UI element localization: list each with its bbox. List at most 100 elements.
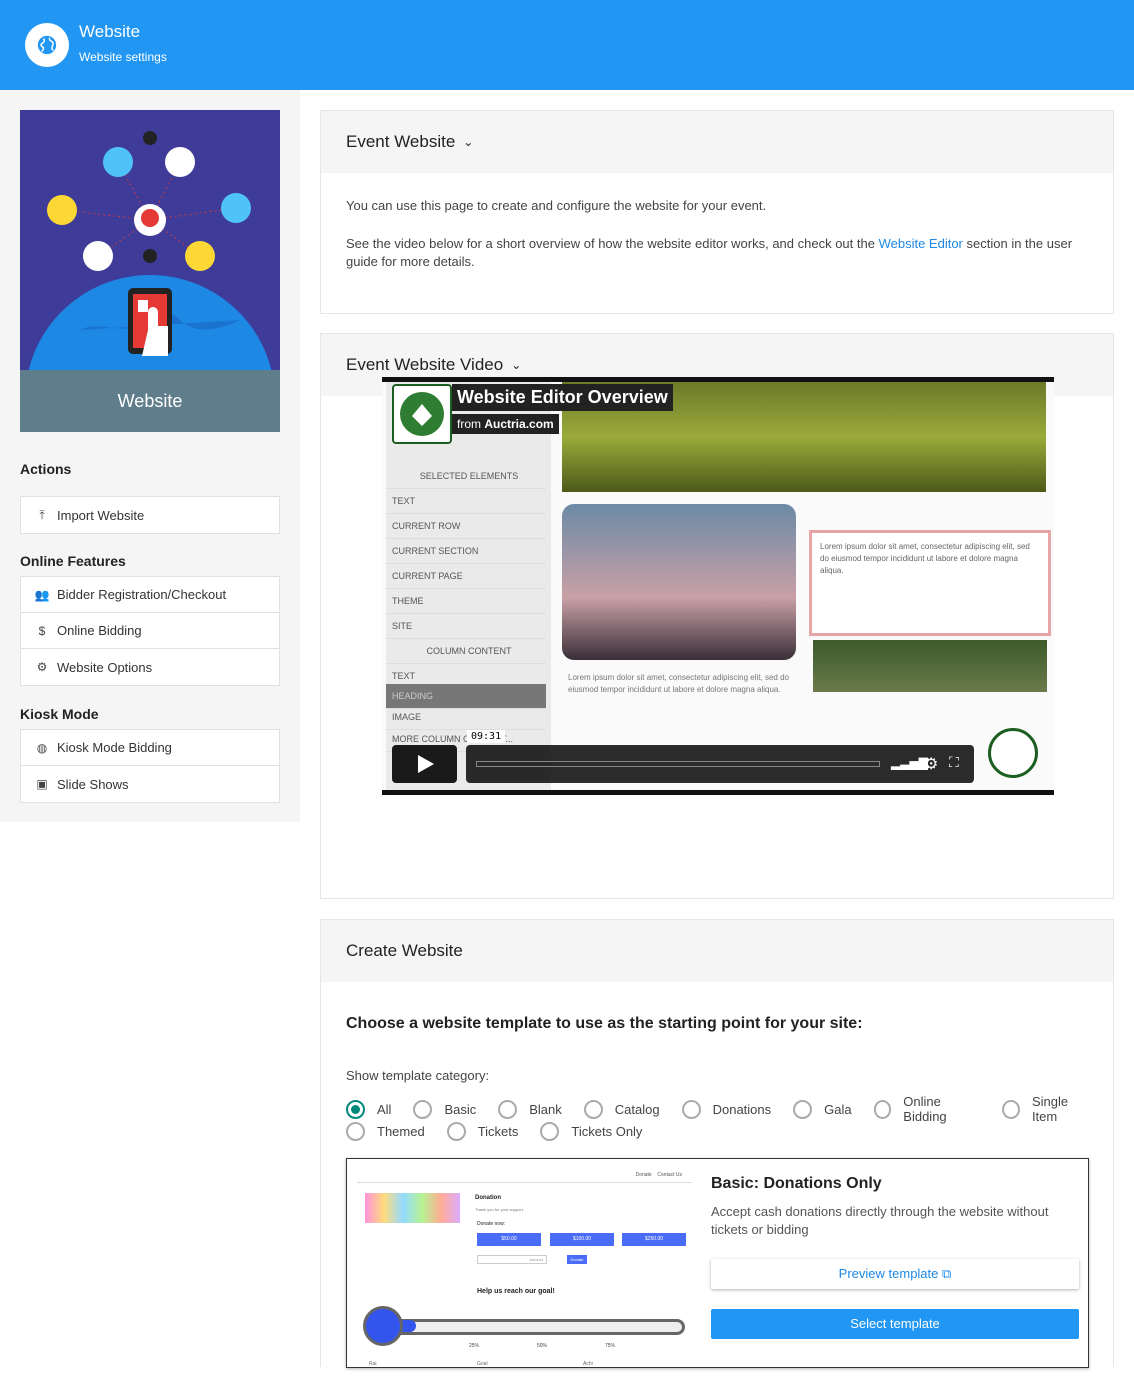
radio[interactable] (873, 1099, 892, 1119)
import-website-label: Import Website (57, 507, 145, 523)
website-options-label: Website Options (57, 659, 153, 675)
thumb-donate-now: Donate now: (477, 1221, 506, 1227)
thumb-foot: Goal (477, 1361, 488, 1367)
category-label-text: Catalog (614, 1101, 660, 1117)
auctria-logo-icon (392, 384, 452, 444)
category-label-text: Tickets Only (571, 1124, 643, 1139)
category-label-text: Blank (529, 1101, 562, 1117)
dandelion-image (562, 504, 796, 660)
chevron-down-icon: ⌄ (511, 358, 522, 372)
volume-icon[interactable]: ▂▃▅▇ (891, 756, 928, 770)
kiosk-mode-list: ◍ Kiosk Mode Bidding ▣ Slide Shows (20, 729, 280, 803)
external-link-icon: ⧉ (942, 1266, 952, 1281)
category-label-text: Donations (712, 1101, 772, 1117)
video-progress-bar[interactable]: ▂▃▅▇ ⚙ ⛶ (466, 745, 974, 783)
video-player[interactable]: SELECTED ELEMENTS TEXT CURRENT ROW CURRE… (382, 377, 1054, 795)
category-single-item[interactable]: Single Item (1002, 1094, 1091, 1124)
sidebar: Website Actions ⤒ Import Website Online … (0, 90, 300, 822)
play-button[interactable] (392, 745, 457, 783)
online-features-list: 👥 Bidder Registration/Checkout $ Online … (20, 576, 280, 686)
category-radio-row-2: Themed Tickets Tickets Only (346, 1122, 664, 1141)
event-website-body: You can use this page to create and conf… (321, 173, 1113, 295)
select-template-button[interactable]: Select template (711, 1309, 1079, 1339)
category-blank[interactable]: Blank (498, 1099, 562, 1119)
radio[interactable] (793, 1099, 813, 1119)
thumb-foot: Rai (369, 1361, 377, 1367)
online-bidding-label: Online Bidding (57, 623, 142, 638)
website-editor-link[interactable]: Website Editor (879, 236, 963, 251)
video-frame: SELECTED ELEMENTS TEXT CURRENT ROW CURRE… (382, 382, 1054, 790)
video-time: 09:31 (467, 730, 506, 743)
category-label-text: Online Bidding (903, 1094, 947, 1124)
fullscreen-icon[interactable]: ⛶ (949, 754, 959, 771)
event-website-header[interactable]: Event Website ⌄ (321, 111, 1113, 173)
category-catalog[interactable]: Catalog (583, 1099, 660, 1119)
radio[interactable] (498, 1099, 518, 1119)
lorem-text: Lorem ipsum dolor sit amet, consectetur … (568, 673, 789, 694)
thumb-thanks: Thank you for your support. (475, 1207, 524, 1212)
radio[interactable] (346, 1122, 365, 1141)
category-tickets[interactable]: Tickets (446, 1122, 519, 1141)
radio[interactable] (413, 1099, 433, 1119)
panel-row: CURRENT SECTION (386, 539, 546, 564)
thumb-nav-item: Donate (635, 1172, 652, 1178)
create-website-header: Create Website (321, 920, 1113, 982)
slideshow-icon: ▣ (36, 777, 48, 791)
video-guide-text: See the video below for a short overview… (346, 235, 1088, 271)
page-title: Website (79, 22, 141, 41)
radio[interactable] (446, 1122, 466, 1141)
dollar-icon: $ (38, 623, 46, 638)
radio[interactable] (1002, 1099, 1020, 1119)
video-byline: from Auctria.com (452, 414, 559, 434)
create-website-card: Create Website Choose a website template… (320, 919, 1114, 1368)
slide-shows-button[interactable]: ▣ Slide Shows (21, 766, 279, 802)
thumb-foot: Achi (583, 1361, 593, 1367)
category-label-text: Gala (824, 1101, 852, 1117)
category-label-text: Themed (377, 1124, 425, 1139)
thumb-tick: 50% (537, 1343, 548, 1349)
event-website-video-title: Event Website Video (346, 355, 504, 374)
river-image (813, 640, 1047, 692)
category-label-text: Single Item (1031, 1094, 1069, 1124)
chevron-down-icon: ⌄ (463, 135, 474, 149)
import-website-button[interactable]: ⤒ Import Website (21, 497, 279, 533)
intro-text: You can use this page to create and conf… (346, 198, 767, 213)
category-tickets-only[interactable]: Tickets Only (540, 1122, 642, 1141)
event-website-title: Event Website (346, 132, 456, 151)
radio[interactable] (540, 1122, 560, 1141)
globe-icon (25, 23, 69, 67)
panel-row: SITE (386, 614, 546, 639)
template-description: Accept cash donations directly through t… (711, 1204, 1049, 1237)
bidder-registration-button[interactable]: 👥 Bidder Registration/Checkout (21, 577, 279, 613)
radio[interactable] (681, 1099, 701, 1119)
category-gala[interactable]: Gala (793, 1099, 852, 1119)
upload-icon: ⤒ (39, 507, 45, 522)
lorem-box: Lorem ipsum dolor sit amet, consectetur … (809, 530, 1051, 636)
thumb-nav: Donate Contact Us (357, 1167, 692, 1183)
gear-icon[interactable]: ⚙ (924, 754, 938, 774)
radio-checked[interactable] (346, 1099, 365, 1119)
panel-row: CURRENT PAGE (386, 564, 546, 589)
template-thumbnail[interactable]: Donate Contact Us Donation Thank you for… (357, 1167, 692, 1367)
category-online-bidding[interactable]: Online Bidding (873, 1094, 981, 1124)
category-label-text: Basic (444, 1101, 477, 1117)
category-radio-row-1: All Basic Blank Catalog Donations Gala O… (346, 1094, 1113, 1124)
thumb-nav-item: Contact Us (657, 1172, 682, 1178)
create-website-title: Create Website (346, 941, 463, 960)
thumb-amount-button: $250.00 (622, 1233, 686, 1246)
gear-icon: ⚙ (36, 660, 48, 674)
category-donations[interactable]: Donations (681, 1099, 772, 1119)
preview-template-button[interactable]: Preview template ⧉ (711, 1259, 1079, 1289)
category-label-text: Tickets (477, 1124, 519, 1139)
website-options-button[interactable]: ⚙ Website Options (21, 649, 279, 685)
kiosk-mode-bidding-button[interactable]: ◍ Kiosk Mode Bidding (21, 730, 279, 766)
online-bidding-button[interactable]: $ Online Bidding (21, 613, 279, 649)
app-header: Website Website settings (0, 0, 1134, 90)
radio[interactable] (583, 1099, 603, 1119)
category-all[interactable]: All (346, 1099, 391, 1119)
video-source[interactable]: Auctria.com (484, 417, 553, 431)
category-basic[interactable]: Basic (413, 1099, 477, 1119)
category-themed[interactable]: Themed (346, 1122, 425, 1141)
progress-track[interactable] (476, 761, 880, 767)
thumb-progress-bulb (363, 1306, 403, 1346)
